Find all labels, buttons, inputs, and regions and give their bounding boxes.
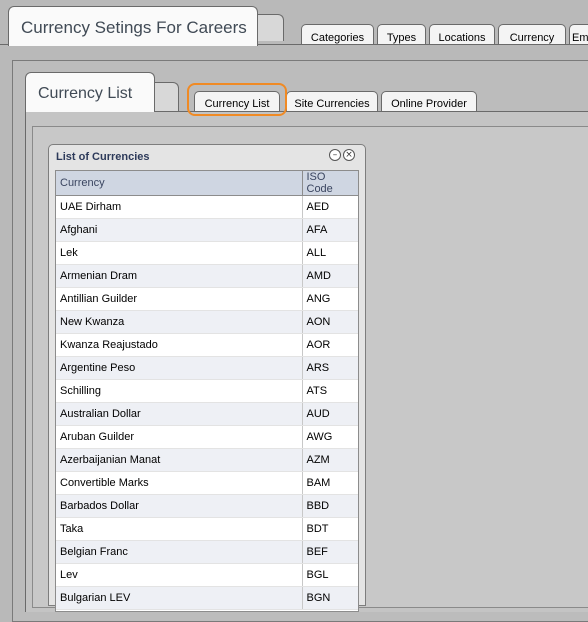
currency-name-cell: Barbados Dollar (56, 494, 303, 518)
sub-title: Currency List (38, 85, 133, 102)
currency-name-cell: Convertible Marks (56, 471, 303, 495)
table-row[interactable]: Afghani AFA (56, 218, 358, 242)
iso-code-cell: AFA (302, 218, 358, 242)
tab-em[interactable]: Em (569, 24, 588, 44)
sub-title-tab: Currency List (25, 72, 155, 112)
iso-code-cell: ARS (302, 356, 358, 380)
table-row[interactable]: Convertible Marks BAM (56, 471, 358, 495)
table-row[interactable]: Lev BGL (56, 563, 358, 587)
currency-name-cell: Argentine Peso (56, 356, 303, 380)
currency-name-cell: Schilling (56, 379, 303, 403)
currency-table-wrapper: Currency ISO Code UAE Dirham AED Afghani AF… (55, 170, 359, 612)
table-row[interactable]: UAE Dirham AED (56, 195, 358, 219)
currency-name-cell: Afghani (56, 218, 303, 242)
table-row[interactable]: New Kwanza AON (56, 310, 358, 334)
table-row[interactable]: Taka BDT (56, 517, 358, 541)
table-row[interactable]: Aruban Guilder AWG (56, 425, 358, 449)
currency-name-cell: Australian Dollar (56, 402, 303, 426)
table-row[interactable]: Schilling ATS (56, 379, 358, 403)
table-row[interactable]: Kwanza Reajustado AOR (56, 333, 358, 357)
currency-name-cell: New Kwanza (56, 310, 303, 334)
minus-circle-icon[interactable]: – (329, 149, 341, 161)
iso-code-cell: ATS (302, 379, 358, 403)
iso-code-cell: AZM (302, 448, 358, 472)
table-row[interactable]: Australian Dollar AUD (56, 402, 358, 426)
tab-online-provider[interactable]: Online Provider (381, 91, 477, 111)
iso-code-cell: BBD (302, 494, 358, 518)
iso-code-cell: AWG (302, 425, 358, 449)
table-row[interactable]: Belgian Franc BEF (56, 540, 358, 564)
currency-list-panel: List of Currencies – × Currency ISO Code… (48, 144, 366, 612)
currency-name-cell: Lek (56, 241, 303, 265)
iso-code-cell: AMD (302, 264, 358, 288)
iso-code-cell: BAM (302, 471, 358, 495)
currency-name-cell: Belgian Franc (56, 540, 303, 564)
currency-name-cell: Aruban Guilder (56, 425, 303, 449)
table-row[interactable]: Antillian Guilder ANG (56, 287, 358, 311)
page-title-tab-flap (257, 14, 284, 41)
panel-title: List of Currencies (56, 151, 150, 163)
tab-site-currencies[interactable]: Site Currencies (286, 91, 378, 111)
iso-code-cell: AON (302, 310, 358, 334)
iso-code-cell: BDT (302, 517, 358, 541)
currency-name-cell: UAE Dirham (56, 195, 303, 219)
page-title: Currency Setings For Careers (21, 18, 247, 37)
currency-name-cell: Lev (56, 563, 303, 587)
iso-code-cell: BEF (302, 540, 358, 564)
sub-title-tab-flap (154, 82, 179, 111)
currency-name-cell: Armenian Dram (56, 264, 303, 288)
iso-code-cell: BGL (302, 563, 358, 587)
iso-code-cell: AED (302, 195, 358, 219)
currency-name-cell: Bulgarian LEV (56, 586, 303, 610)
tab-currency-list[interactable]: Currency List (194, 91, 280, 111)
tab-locations[interactable]: Locations (429, 24, 495, 44)
currency-name-cell: Kwanza Reajustado (56, 333, 303, 357)
iso-code-cell: AOR (302, 333, 358, 357)
column-header-iso-code[interactable]: ISO Code (302, 171, 358, 196)
tab-types[interactable]: Types (377, 24, 426, 44)
table-row[interactable]: Argentine Peso ARS (56, 356, 358, 380)
table-row[interactable]: Armenian Dram AMD (56, 264, 358, 288)
table-row[interactable]: Barbados Dollar BBD (56, 494, 358, 518)
iso-code-cell: BGN (302, 586, 358, 610)
close-circle-icon[interactable]: × (343, 149, 355, 161)
iso-code-cell: ANG (302, 287, 358, 311)
tab-currency[interactable]: Currency (498, 24, 566, 44)
column-header-currency[interactable]: Currency (56, 171, 303, 196)
currency-name-cell: Azerbaijanian Manat (56, 448, 303, 472)
currency-name-cell: Antillian Guilder (56, 287, 303, 311)
table-row[interactable]: Lek ALL (56, 241, 358, 265)
iso-code-cell: ALL (302, 241, 358, 265)
currency-table: Currency ISO Code UAE Dirham AED Afghani AF… (56, 171, 358, 610)
table-header-row: Currency ISO Code (56, 171, 358, 196)
table-row[interactable]: Bulgarian LEV BGN (56, 586, 358, 610)
currency-name-cell: Taka (56, 517, 303, 541)
tab-categories[interactable]: Categories (301, 24, 374, 44)
iso-code-cell: AUD (302, 402, 358, 426)
page-title-tab: Currency Setings For Careers (8, 6, 258, 46)
table-row[interactable]: Azerbaijanian Manat AZM (56, 448, 358, 472)
